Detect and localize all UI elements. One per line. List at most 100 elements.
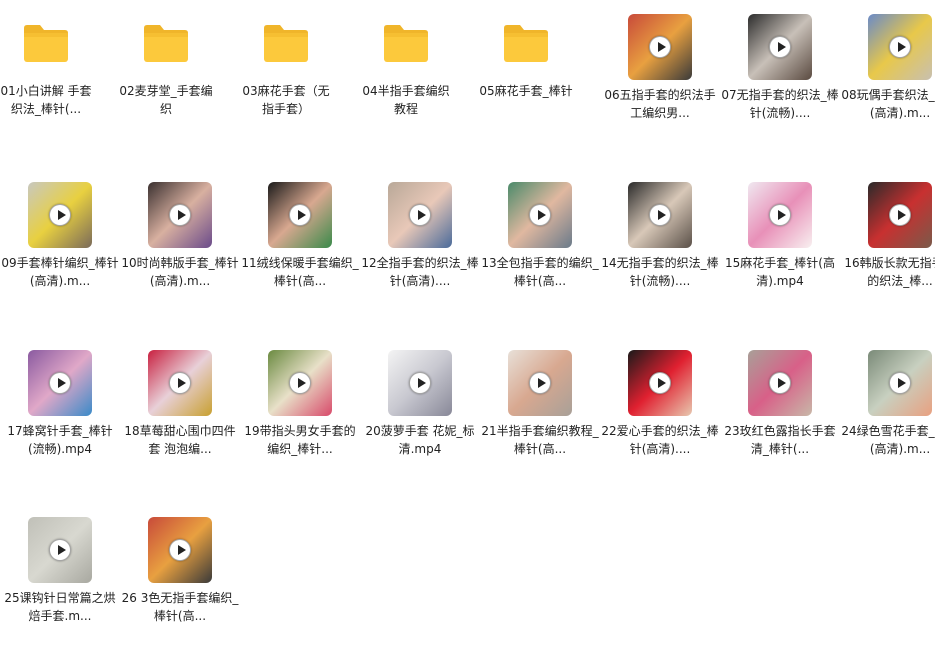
file-name-label: 18草莓甜心围巾四件套 泡泡编... <box>124 424 236 456</box>
video-thumbnail <box>508 182 572 248</box>
video-file-item[interactable]: 23玫红色露指长手套清_棒针(... <box>720 336 840 496</box>
play-icon <box>889 36 911 58</box>
video-thumbnail <box>148 182 212 248</box>
file-name-label: 10时尚韩版手套_棒针(高清).m... <box>121 256 239 288</box>
play-icon <box>289 204 311 226</box>
video-thumbnail <box>28 182 92 248</box>
video-thumbnail <box>268 350 332 416</box>
play-icon <box>169 539 191 561</box>
video-thumbnail <box>628 182 692 248</box>
play-icon <box>649 204 671 226</box>
folder-icon <box>502 22 550 64</box>
file-name-label: 23玫红色露指长手套清_棒针(... <box>724 424 836 456</box>
video-thumbnail <box>388 182 452 248</box>
folder-item[interactable]: 03麻花手套（无指手套） <box>240 0 360 160</box>
play-icon <box>529 372 551 394</box>
video-thumbnail <box>148 350 212 416</box>
play-icon <box>769 204 791 226</box>
video-file-item[interactable]: 08玩偶手套织法_棒针(高清).m... <box>840 0 935 160</box>
video-file-item[interactable]: 20菠萝手套 花妮_标清.mp4 <box>360 336 480 496</box>
file-name-label: 03麻花手套（无指手套） <box>242 84 330 116</box>
file-grid: 01小白讲解 手套织法_棒针(... 02麦芽堂_手套编织 03麻花手套（无指手套）… <box>0 0 935 634</box>
file-name-label: 13全包指手套的编织_棒针(高... <box>481 256 599 288</box>
file-name-label: 26 3色无指手套编织_棒针(高... <box>121 591 239 623</box>
video-file-item[interactable]: 22爱心手套的织法_棒针(高清).... <box>600 336 720 496</box>
video-file-item[interactable]: 09手套棒针编织_棒针(高清).m... <box>0 168 120 328</box>
file-name-label: 14无指手套的织法_棒针(流畅).... <box>601 256 719 288</box>
file-name-label: 12全指手套的织法_棒针(高清).... <box>361 256 479 288</box>
file-name-label: 22爱心手套的织法_棒针(高清).... <box>601 424 719 456</box>
play-icon <box>409 372 431 394</box>
file-name-label: 15麻花手套_棒针(高清).mp4 <box>725 256 835 288</box>
video-file-item[interactable]: 11绒线保暖手套编织_棒针(高... <box>240 168 360 328</box>
play-icon <box>889 372 911 394</box>
folder-icon <box>142 22 190 64</box>
file-name-label: 16韩版长款无指手套的织法_棒... <box>844 256 935 288</box>
video-thumbnail <box>748 182 812 248</box>
video-thumbnail <box>628 350 692 416</box>
video-file-item[interactable]: 16韩版长款无指手套的织法_棒... <box>840 168 935 328</box>
file-name-label: 25课钩针日常篇之烘焙手套.m... <box>4 591 116 623</box>
file-name-label: 08玩偶手套织法_棒针(高清).m... <box>841 88 935 120</box>
video-thumbnail <box>748 350 812 416</box>
video-file-item[interactable]: 10时尚韩版手套_棒针(高清).m... <box>120 168 240 328</box>
folder-icon <box>382 22 430 64</box>
video-file-item[interactable]: 06五指手套的织法手工编织男... <box>600 0 720 160</box>
play-icon <box>409 204 431 226</box>
file-name-label: 05麻花手套_棒针 <box>479 84 573 98</box>
play-icon <box>649 372 671 394</box>
video-thumbnail <box>268 182 332 248</box>
video-file-item[interactable]: 15麻花手套_棒针(高清).mp4 <box>720 168 840 328</box>
file-name-label: 20菠萝手套 花妮_标清.mp4 <box>365 424 475 456</box>
video-thumbnail <box>868 350 932 416</box>
file-name-label: 11绒线保暖手套编织_棒针(高... <box>241 256 359 288</box>
video-file-item[interactable]: 26 3色无指手套编织_棒针(高... <box>120 503 240 663</box>
video-thumbnail <box>868 182 932 248</box>
play-icon <box>649 36 671 58</box>
video-thumbnail <box>868 14 932 80</box>
folder-item[interactable]: 02麦芽堂_手套编织 <box>119 0 240 160</box>
file-name-label: 01小白讲解 手套织法_棒针(... <box>0 84 92 116</box>
video-file-item[interactable]: 17蜂窝针手套_棒针(流畅).mp4 <box>0 336 120 496</box>
file-name-label: 24绿色雪花手套_棒针(高清).m... <box>841 424 935 456</box>
video-thumbnail <box>748 14 812 80</box>
video-thumbnail <box>508 350 572 416</box>
file-name-label: 19带指头男女手套的编织_棒针... <box>244 424 356 456</box>
video-thumbnail <box>28 350 92 416</box>
play-icon <box>769 36 791 58</box>
play-icon <box>49 204 71 226</box>
play-icon <box>769 372 791 394</box>
video-file-item[interactable]: 07无指手套的织法_棒针(流畅).... <box>720 0 840 160</box>
video-thumbnail <box>628 14 692 80</box>
folder-item[interactable]: 04半指手套编织教程 <box>360 0 480 160</box>
file-name-label: 09手套棒针编织_棒针(高清).m... <box>1 256 119 288</box>
file-name-label: 17蜂窝针手套_棒针(流畅).mp4 <box>7 424 113 456</box>
file-name-label: 04半指手套编织教程 <box>362 84 450 116</box>
file-name-label: 02麦芽堂_手套编织 <box>119 84 213 116</box>
video-thumbnail <box>28 517 92 583</box>
play-icon <box>169 204 191 226</box>
video-file-item[interactable]: 18草莓甜心围巾四件套 泡泡编... <box>120 336 240 496</box>
video-thumbnail <box>388 350 452 416</box>
video-file-item[interactable]: 13全包指手套的编织_棒针(高... <box>480 168 600 328</box>
video-file-item[interactable]: 21半指手套编织教程_棒针(高... <box>480 336 600 496</box>
file-name-label: 21半指手套编织教程_棒针(高... <box>481 424 599 456</box>
folder-item[interactable]: 05麻花手套_棒针 <box>479 0 600 160</box>
play-icon <box>49 372 71 394</box>
video-file-item[interactable]: 12全指手套的织法_棒针(高清).... <box>360 168 480 328</box>
play-icon <box>49 539 71 561</box>
video-file-item[interactable]: 25课钩针日常篇之烘焙手套.m... <box>0 503 120 663</box>
folder-icon <box>22 22 70 64</box>
video-file-item[interactable]: 14无指手套的织法_棒针(流畅).... <box>600 168 720 328</box>
video-file-item[interactable]: 24绿色雪花手套_棒针(高清).m... <box>840 336 935 496</box>
play-icon <box>889 204 911 226</box>
video-thumbnail <box>148 517 212 583</box>
play-icon <box>169 372 191 394</box>
file-name-label: 07无指手套的织法_棒针(流畅).... <box>721 88 839 120</box>
play-icon <box>289 372 311 394</box>
folder-icon <box>262 22 310 64</box>
file-name-label: 06五指手套的织法手工编织男... <box>604 88 716 120</box>
play-icon <box>529 204 551 226</box>
folder-item[interactable]: 01小白讲解 手套织法_棒针(... <box>0 0 120 160</box>
video-file-item[interactable]: 19带指头男女手套的编织_棒针... <box>240 336 360 496</box>
